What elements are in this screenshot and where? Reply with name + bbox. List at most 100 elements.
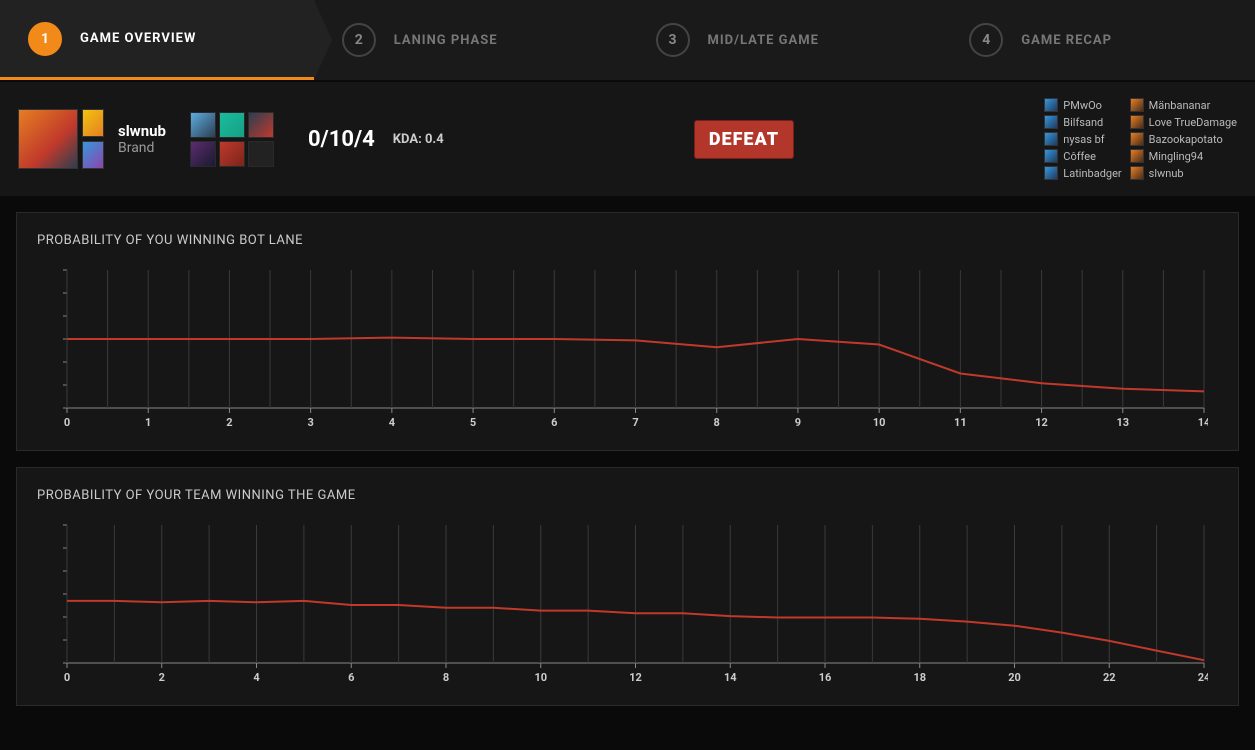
- kda-value: 0/10/4: [308, 127, 375, 152]
- svg-text:24: 24: [1198, 671, 1208, 684]
- chart-panel-game-win: PROBABILITY OF YOUR TEAM WINNING THE GAM…: [16, 467, 1239, 706]
- svg-text:1: 1: [145, 416, 151, 429]
- tab-game-recap[interactable]: 4 GAME RECAP: [941, 0, 1255, 80]
- champ-mini-icon: [1044, 132, 1058, 146]
- champ-mini-icon: [1044, 149, 1058, 163]
- item-icon: [190, 141, 216, 167]
- player-row: nysas bf: [1044, 132, 1121, 146]
- player-row: Mingling94: [1130, 149, 1237, 163]
- item-icon: [190, 112, 216, 138]
- svg-text:18: 18: [913, 671, 926, 684]
- champ-mini-icon: [1044, 115, 1058, 129]
- kda-ratio: KDA: 0.4: [393, 132, 444, 147]
- svg-text:2: 2: [226, 416, 232, 429]
- tab-label: LANING PHASE: [394, 33, 498, 48]
- svg-text:8: 8: [443, 671, 449, 684]
- champ-mini-icon: [1130, 166, 1144, 180]
- player-row: Côffee: [1044, 149, 1121, 163]
- tab-num: 3: [656, 23, 690, 57]
- player-row: Love TrueDamage: [1130, 115, 1237, 129]
- player-name: slwnub: [118, 122, 166, 140]
- player-row: Bilfsand: [1044, 115, 1121, 129]
- player-info: slwnub Brand: [118, 122, 166, 156]
- teams-roster: PMwOo Bilfsand nysas bf Côffee Latinbadg…: [1044, 98, 1237, 180]
- svg-text:20: 20: [1008, 671, 1021, 684]
- item-icon: [219, 112, 245, 138]
- svg-text:14: 14: [724, 671, 737, 684]
- team1-col: PMwOo Bilfsand nysas bf Côffee Latinbadg…: [1044, 98, 1121, 180]
- svg-text:3: 3: [307, 416, 313, 429]
- chart-bot-lane: 01234567891011121314: [59, 266, 1208, 436]
- player-label: Mingling94: [1149, 150, 1204, 163]
- svg-text:12: 12: [629, 671, 642, 684]
- tab-label: MID/LATE GAME: [708, 33, 819, 48]
- player-row: slwnub: [1130, 166, 1237, 180]
- champion-name: Brand: [118, 140, 166, 156]
- tabs-nav: 1 GAME OVERVIEW 2 LANING PHASE 3 MID/LAT…: [0, 0, 1255, 80]
- player-label: PMwOo: [1063, 99, 1102, 112]
- svg-text:6: 6: [551, 416, 557, 429]
- player-label: Latinbadger: [1063, 167, 1121, 180]
- svg-text:5: 5: [470, 416, 476, 429]
- svg-text:0: 0: [64, 416, 70, 429]
- tab-game-overview[interactable]: 1 GAME OVERVIEW: [0, 0, 314, 80]
- chart-title: PROBABILITY OF YOU WINNING BOT LANE: [37, 233, 1218, 248]
- player-label: slwnub: [1149, 167, 1184, 180]
- chart-panel-bot-lane: PROBABILITY OF YOU WINNING BOT LANE 0123…: [16, 212, 1239, 451]
- champ-mini-icon: [1130, 149, 1144, 163]
- player-label: Bilfsand: [1063, 116, 1103, 129]
- svg-text:13: 13: [1116, 416, 1129, 429]
- summoner-spell-icon: [82, 141, 104, 169]
- player-row: Latinbadger: [1044, 166, 1121, 180]
- chart-title: PROBABILITY OF YOUR TEAM WINNING THE GAM…: [37, 488, 1218, 503]
- tab-label: GAME RECAP: [1021, 33, 1112, 48]
- svg-text:4: 4: [253, 671, 260, 684]
- svg-text:10: 10: [534, 671, 547, 684]
- svg-text:2: 2: [159, 671, 165, 684]
- summoner-spells: [82, 109, 104, 169]
- player-label: Mänbananar: [1149, 99, 1211, 112]
- item-icon: [219, 141, 245, 167]
- item-icon: [248, 112, 274, 138]
- tab-num: 4: [969, 23, 1003, 57]
- svg-text:14: 14: [1198, 416, 1208, 429]
- svg-text:11: 11: [954, 416, 967, 429]
- svg-text:12: 12: [1035, 416, 1048, 429]
- match-result-badge: DEFEAT: [694, 120, 794, 159]
- player-label: Côffee: [1063, 150, 1096, 163]
- champ-mini-icon: [1130, 115, 1144, 129]
- player-label: Love TrueDamage: [1149, 116, 1237, 129]
- player-label: Bazookapotato: [1149, 133, 1223, 146]
- player-row: PMwOo: [1044, 98, 1121, 112]
- svg-text:7: 7: [632, 416, 638, 429]
- champ-mini-icon: [1044, 166, 1058, 180]
- kda-block: 0/10/4 KDA: 0.4: [308, 127, 444, 152]
- chart-game-win: 024681012141618202224: [59, 521, 1208, 691]
- team2-col: Mänbananar Love TrueDamage Bazookapotato…: [1130, 98, 1237, 180]
- svg-text:4: 4: [389, 416, 396, 429]
- svg-text:16: 16: [819, 671, 832, 684]
- charts-section: PROBABILITY OF YOU WINNING BOT LANE 0123…: [0, 196, 1255, 722]
- item-build: [190, 112, 274, 167]
- champ-mini-icon: [1044, 98, 1058, 112]
- player-row: Mänbananar: [1130, 98, 1237, 112]
- game-summary-header: slwnub Brand 0/10/4 KDA: 0.4 DEFEAT PMwO…: [0, 82, 1255, 196]
- svg-text:6: 6: [348, 671, 354, 684]
- tab-num: 2: [342, 23, 376, 57]
- tab-num: 1: [28, 22, 62, 56]
- svg-text:8: 8: [714, 416, 720, 429]
- tab-laning-phase[interactable]: 2 LANING PHASE: [314, 0, 628, 80]
- svg-text:22: 22: [1103, 671, 1116, 684]
- player-label: nysas bf: [1063, 133, 1104, 146]
- tab-mid-late[interactable]: 3 MID/LATE GAME: [628, 0, 942, 80]
- tab-label: GAME OVERVIEW: [80, 31, 196, 46]
- champ-mini-icon: [1130, 98, 1144, 112]
- svg-text:10: 10: [873, 416, 886, 429]
- svg-text:0: 0: [64, 671, 70, 684]
- svg-text:9: 9: [795, 416, 801, 429]
- item-slot-empty: [248, 141, 274, 167]
- summoner-spell-icon: [82, 109, 104, 137]
- champ-mini-icon: [1130, 132, 1144, 146]
- player-row: Bazookapotato: [1130, 132, 1237, 146]
- champion-portrait: [18, 109, 78, 169]
